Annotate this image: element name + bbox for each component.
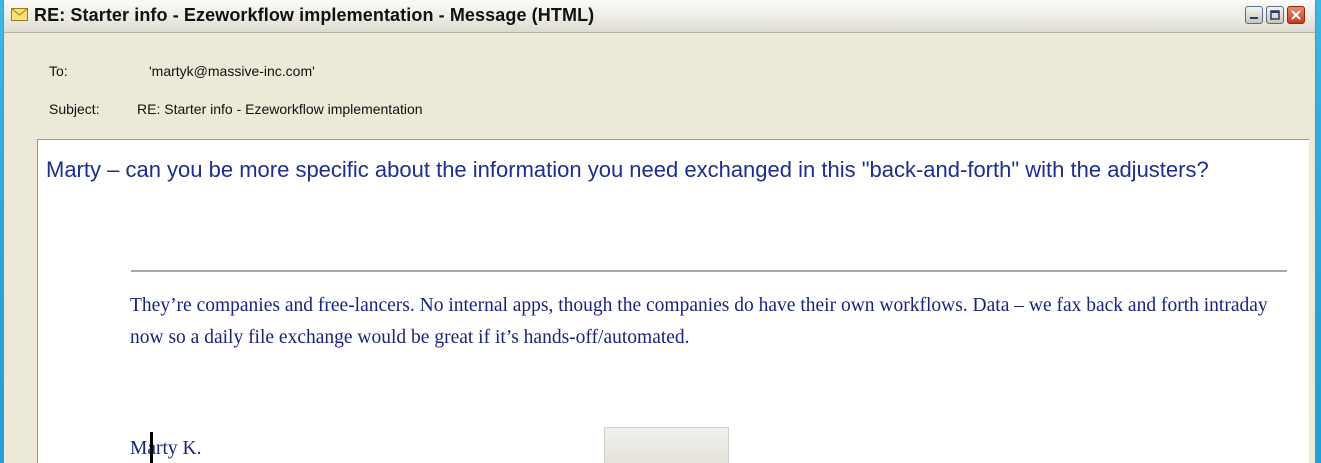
to-field[interactable]: 'martyk@massive-inc.com' [149, 63, 315, 79]
quoted-text: They’re companies and free-lancers. No i… [130, 295, 1268, 348]
quote-divider [131, 270, 1287, 272]
subject-field[interactable]: RE: Starter info - Ezeworkflow implement… [137, 101, 423, 117]
window-title: RE: Starter info - Ezeworkflow implement… [34, 5, 595, 25]
message-window: RE: Starter info - Ezeworkflow implement… [3, 0, 1316, 463]
envelope-icon [11, 8, 28, 21]
drag-ghost [604, 427, 729, 463]
reply-text: Marty – can you be more specific about t… [46, 157, 1209, 182]
message-headers: To: 'martyk@massive-inc.com' Subject: RE… [4, 33, 1315, 137]
minimize-icon[interactable] [1245, 6, 1263, 24]
close-icon[interactable] [1287, 6, 1305, 24]
title-bar[interactable]: RE: Starter info - Ezeworkflow implement… [4, 0, 1315, 33]
to-label: To: [49, 63, 68, 79]
signature: Marty K. [130, 438, 202, 459]
text-cursor [150, 432, 153, 463]
subject-label: Subject: [49, 101, 100, 117]
maximize-icon[interactable] [1266, 6, 1284, 24]
message-body[interactable]: Marty – can you be more specific about t… [37, 139, 1309, 463]
